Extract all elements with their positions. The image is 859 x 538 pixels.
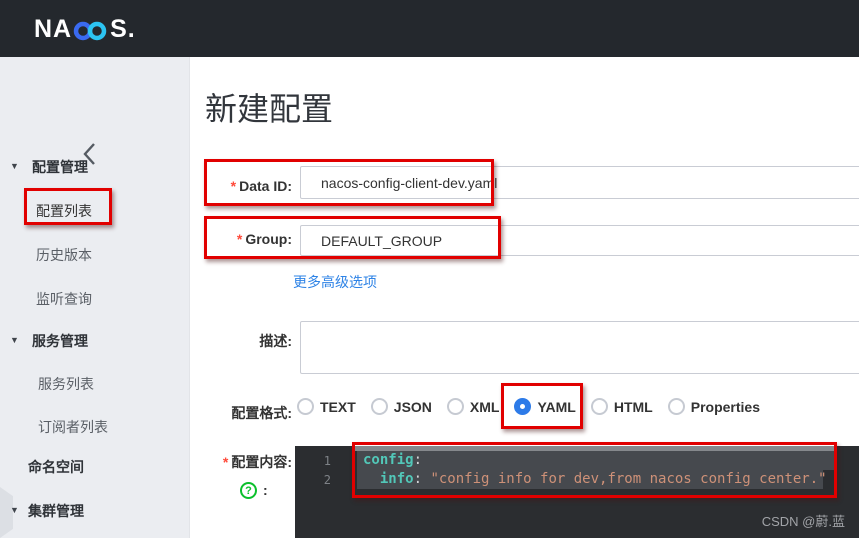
format-option-yaml[interactable]: YAML [501,383,584,429]
format-option-xml[interactable]: XML [446,398,499,415]
line-number: 1 [323,454,331,468]
selection-highlight-line1 [357,451,835,470]
format-option-text[interactable]: TEXT [297,398,356,415]
description-label: 描述: [259,333,292,349]
config-format-radio-group: TEXT JSON XML YAML HTML Properties [297,383,760,429]
sidebar-item-config-list[interactable]: 配置列表 [36,201,92,221]
help-question-icon[interactable]: ? [240,482,257,499]
radio-unselected-icon[interactable] [446,398,464,415]
sidebar-item-history-versions[interactable]: 历史版本 [36,245,92,265]
sidebar-item-namespace[interactable]: 命名空间 [28,457,84,477]
config-content-label: * 配置内容: [222,454,292,470]
group-label: * Group: [236,231,292,247]
caret-down-icon: ▼ [10,161,19,171]
required-asterisk: * [236,231,243,247]
radio-unselected-icon[interactable] [370,398,388,415]
caret-down-icon: ▼ [10,505,19,515]
logo-text-prefix: NA [34,15,73,43]
caret-down-icon: ▼ [10,335,19,345]
required-asterisk: * [230,178,237,194]
sidebar-item-config-management[interactable]: 配置管理 [32,157,88,177]
more-advanced-options-link[interactable]: 更多高级选项 [293,272,377,292]
code-line-1: config: [363,452,423,468]
format-option-html[interactable]: HTML [590,398,653,415]
nacos-logo: NA S. [34,15,136,44]
sidebar-item-listen-query[interactable]: 监听查询 [36,289,92,309]
sidebar-item-service-list[interactable]: 服务列表 [38,374,94,394]
line-number: 2 [323,473,331,487]
format-option-json[interactable]: JSON [370,398,432,415]
infinity-icon [73,21,107,40]
description-textarea[interactable] [300,321,859,374]
csdn-watermark: CSDN @蔚.蓝 [761,514,845,529]
page-title: 新建配置 [205,91,334,127]
radio-unselected-icon[interactable] [667,398,685,415]
top-header-bar: NA S. [0,0,859,57]
radio-unselected-icon[interactable] [590,398,608,415]
sidebar-item-service-management[interactable]: 服务管理 [32,331,88,351]
code-line-2: info: "config info for dev,from nacos co… [379,471,827,487]
required-asterisk: * [222,454,229,470]
radio-unselected-icon[interactable] [297,398,314,415]
sidebar-item-cluster-management[interactable]: 集群管理 [28,501,84,521]
format-option-properties[interactable]: Properties [667,398,760,415]
format-label: 配置格式: [231,405,292,421]
help-colon: : [263,482,268,498]
logo-text-suffix: S. [110,15,136,43]
data-id-input[interactable] [300,166,859,199]
data-id-label: * Data ID: [230,178,292,194]
radio-selected-icon[interactable] [514,398,532,415]
group-input[interactable] [300,225,859,256]
sidebar-item-subscriber-list[interactable]: 订阅者列表 [38,417,108,437]
